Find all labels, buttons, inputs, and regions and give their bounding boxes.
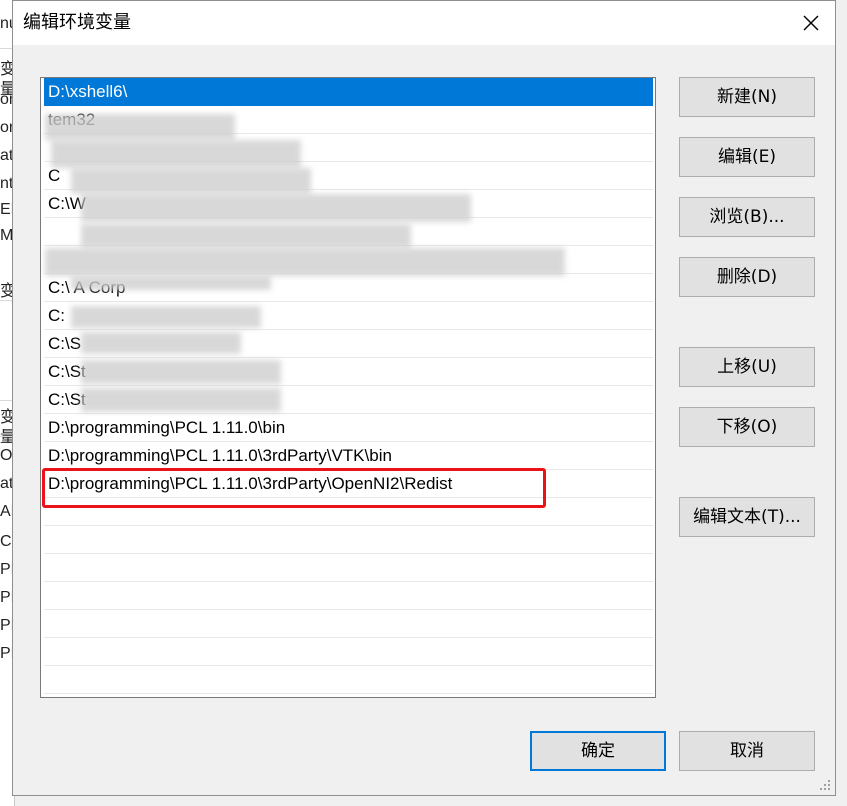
move-up-button[interactable]: 上移(U) <box>679 347 815 387</box>
dialog-title: 编辑环境变量 <box>23 12 131 33</box>
redaction-blur <box>81 388 281 412</box>
redaction-blur <box>71 276 271 290</box>
ok-button[interactable]: 确定 <box>530 731 666 771</box>
edit-env-variable-dialog: 编辑环境变量 D:\programming\PCL 1.11.0\3rdPart… <box>12 0 836 796</box>
redaction-blur <box>81 194 471 222</box>
delete-button[interactable]: 删除(D) <box>679 257 815 297</box>
redaction-blur <box>81 360 281 384</box>
cancel-button[interactable]: 取消 <box>679 731 815 771</box>
list-item[interactable] <box>44 554 653 582</box>
title-bar[interactable]: 编辑环境变量 <box>13 1 835 45</box>
redaction-blur <box>71 168 311 194</box>
redaction-blur <box>51 140 301 168</box>
list-item[interactable]: D:\programming\PCL 1.11.0\bin <box>44 414 653 442</box>
list-item[interactable]: D:\xshell6\ <box>44 78 653 106</box>
redaction-blur <box>71 306 261 328</box>
resize-grip-icon[interactable] <box>819 779 831 791</box>
new-button[interactable]: 新建(N) <box>679 77 815 117</box>
list-item[interactable] <box>44 582 653 610</box>
edit-text-button[interactable]: 编辑文本(T)... <box>679 497 815 537</box>
close-icon <box>803 15 819 31</box>
red-highlight-annotation <box>42 468 546 508</box>
list-item[interactable] <box>44 526 653 554</box>
edit-button[interactable]: 编辑(E) <box>679 137 815 177</box>
move-down-button[interactable]: 下移(O) <box>679 407 815 447</box>
list-item[interactable] <box>44 610 653 638</box>
list-item[interactable] <box>44 666 653 694</box>
redaction-blur <box>45 114 235 140</box>
close-button[interactable] <box>793 5 829 41</box>
browse-button[interactable]: 浏览(B)... <box>679 197 815 237</box>
path-list[interactable]: D:\programming\PCL 1.11.0\3rdParty\OpenN… <box>40 77 656 698</box>
list-item[interactable]: D:\programming\PCL 1.11.0\3rdParty\VTK\b… <box>44 442 653 470</box>
redaction-blur <box>45 248 565 276</box>
redaction-blur <box>81 224 411 248</box>
list-item[interactable] <box>44 638 653 666</box>
redaction-blur <box>81 332 241 354</box>
